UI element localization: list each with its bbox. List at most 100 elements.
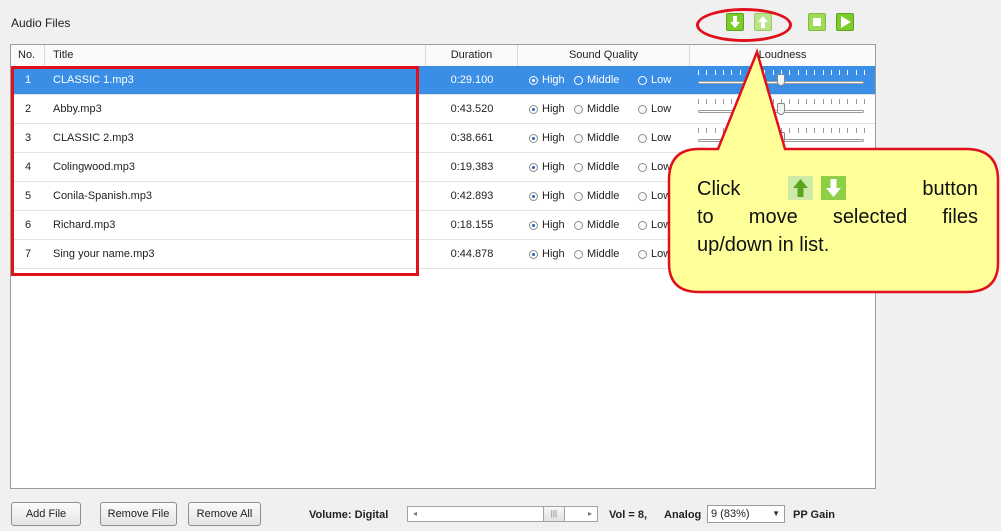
column-header-sound-quality[interactable]: Sound Quality: [518, 45, 690, 66]
column-header-title[interactable]: Title: [45, 45, 426, 66]
quality-radio-high[interactable]: [529, 192, 538, 201]
slider-tick: [772, 99, 774, 104]
slider-tick: [739, 99, 741, 104]
quality-label-low[interactable]: Low: [651, 182, 671, 211]
slider-tick: [747, 157, 749, 162]
quality-radio-low[interactable]: [638, 192, 647, 201]
quality-label-middle[interactable]: Middle: [587, 66, 619, 95]
analog-select-value: 9 (83%): [711, 508, 750, 520]
slider-thumb[interactable]: [777, 161, 785, 173]
quality-label-middle[interactable]: Middle: [587, 153, 619, 182]
quality-radio-low[interactable]: [638, 221, 647, 230]
loudness-slider[interactable]: [690, 95, 875, 124]
quality-label-middle[interactable]: Middle: [587, 95, 619, 124]
quality-label-high[interactable]: High: [542, 95, 565, 124]
slider-tick: [706, 157, 708, 162]
quality-radio-middle[interactable]: [574, 76, 583, 85]
table-row[interactable]: 3 CLASSIC 2.mp3 0:38.661 High Middle Low: [11, 124, 875, 153]
quality-radio-middle[interactable]: [574, 105, 583, 114]
quality-label-high[interactable]: High: [542, 240, 565, 269]
slider-tick: [797, 99, 799, 104]
remove-file-button[interactable]: Remove File: [100, 502, 177, 526]
analog-select[interactable]: 9 (83%) ▼: [707, 505, 785, 523]
table-row[interactable]: 2 Abby.mp3 0:43.520 High Middle Low: [11, 95, 875, 124]
table-row[interactable]: 1 CLASSIC 1.mp3 0:29.100 High Middle Low: [11, 66, 875, 95]
slider-tick: [789, 99, 791, 104]
row-title: CLASSIC 1.mp3: [53, 74, 134, 86]
chevron-down-icon: ▼: [772, 509, 780, 518]
column-header-loudness[interactable]: Loudness: [690, 45, 875, 66]
quality-radio-high[interactable]: [529, 76, 538, 85]
slider-tick: [855, 99, 857, 104]
slider-tick: [805, 99, 807, 104]
quality-label-low[interactable]: Low: [651, 240, 671, 269]
column-header-no[interactable]: No.: [11, 45, 45, 66]
slider-tick: [822, 70, 824, 75]
callout-word: files: [942, 206, 978, 228]
quality-label-middle[interactable]: Middle: [587, 211, 619, 240]
loudness-slider[interactable]: [690, 124, 875, 153]
add-file-button[interactable]: Add File: [11, 502, 81, 526]
row-title: Abby.mp3: [53, 103, 102, 115]
quality-radio-low[interactable]: [638, 163, 647, 172]
row-duration: 0:29.100: [450, 74, 494, 86]
table-header: No. Title Duration Sound Quality Loudnes…: [11, 45, 875, 67]
scroll-left-icon[interactable]: ◂: [408, 507, 422, 521]
quality-label-high[interactable]: High: [542, 211, 565, 240]
slider-tick: [864, 99, 865, 104]
quality-label-middle[interactable]: Middle: [587, 240, 619, 269]
slider-thumb[interactable]: [777, 132, 785, 144]
callout-word: move: [748, 206, 798, 228]
callout-line-1: Click button: [697, 175, 978, 203]
column-header-duration[interactable]: Duration: [426, 45, 518, 66]
row-title: Sing your name.mp3: [53, 248, 155, 260]
slider-tick: [722, 128, 724, 133]
quality-radio-high[interactable]: [529, 221, 538, 230]
move-down-button[interactable]: [726, 13, 744, 31]
slider-tick: [772, 70, 774, 75]
loudness-slider[interactable]: [690, 66, 875, 95]
quality-radio-high[interactable]: [529, 134, 538, 143]
quality-radio-low[interactable]: [638, 134, 647, 143]
vol-value-label: Vol = 8,: [609, 509, 648, 521]
quality-radio-middle[interactable]: [574, 163, 583, 172]
slider-tick: [756, 157, 758, 162]
row-title: Conila-Spanish.mp3: [53, 190, 153, 202]
play-button[interactable]: [836, 13, 854, 31]
slider-thumb[interactable]: [777, 103, 785, 115]
scroll-thumb[interactable]: |||: [542, 507, 565, 521]
quality-label-low[interactable]: Low: [651, 95, 671, 124]
quality-label-middle[interactable]: Middle: [587, 124, 619, 153]
quality-radio-low[interactable]: [638, 105, 647, 114]
slider-thumb[interactable]: [777, 74, 785, 86]
quality-label-low[interactable]: Low: [651, 153, 671, 182]
quality-radio-high[interactable]: [529, 105, 538, 114]
scroll-right-icon[interactable]: ▸: [583, 507, 597, 521]
quality-radio-high[interactable]: [529, 163, 538, 172]
quality-radio-low[interactable]: [638, 76, 647, 85]
quality-label-high[interactable]: High: [542, 66, 565, 95]
quality-label-low[interactable]: Low: [651, 66, 671, 95]
quality-radio-middle[interactable]: [574, 134, 583, 143]
quality-radio-middle[interactable]: [574, 250, 583, 259]
quality-radio-low[interactable]: [638, 250, 647, 259]
quality-radio-middle[interactable]: [574, 192, 583, 201]
sound-quality-group: High Middle Low: [518, 240, 690, 269]
remove-all-button[interactable]: Remove All: [188, 502, 261, 526]
slider-tick: [747, 70, 749, 75]
arrow-up-icon: [758, 16, 768, 28]
stop-button[interactable]: [808, 13, 826, 31]
quality-radio-middle[interactable]: [574, 221, 583, 230]
sound-quality-group: High Middle Low: [518, 95, 690, 124]
digital-volume-scrollbar[interactable]: ◂ ||| ▸: [407, 506, 598, 522]
audio-files-table[interactable]: No. Title Duration Sound Quality Loudnes…: [10, 44, 876, 489]
quality-label-high[interactable]: High: [542, 182, 565, 211]
move-up-button[interactable]: [754, 13, 772, 31]
slider-tick: [839, 128, 841, 133]
quality-radio-high[interactable]: [529, 250, 538, 259]
quality-label-middle[interactable]: Middle: [587, 182, 619, 211]
quality-label-low[interactable]: Low: [651, 124, 671, 153]
quality-label-low[interactable]: Low: [651, 211, 671, 240]
quality-label-high[interactable]: High: [542, 153, 565, 182]
quality-label-high[interactable]: High: [542, 124, 565, 153]
